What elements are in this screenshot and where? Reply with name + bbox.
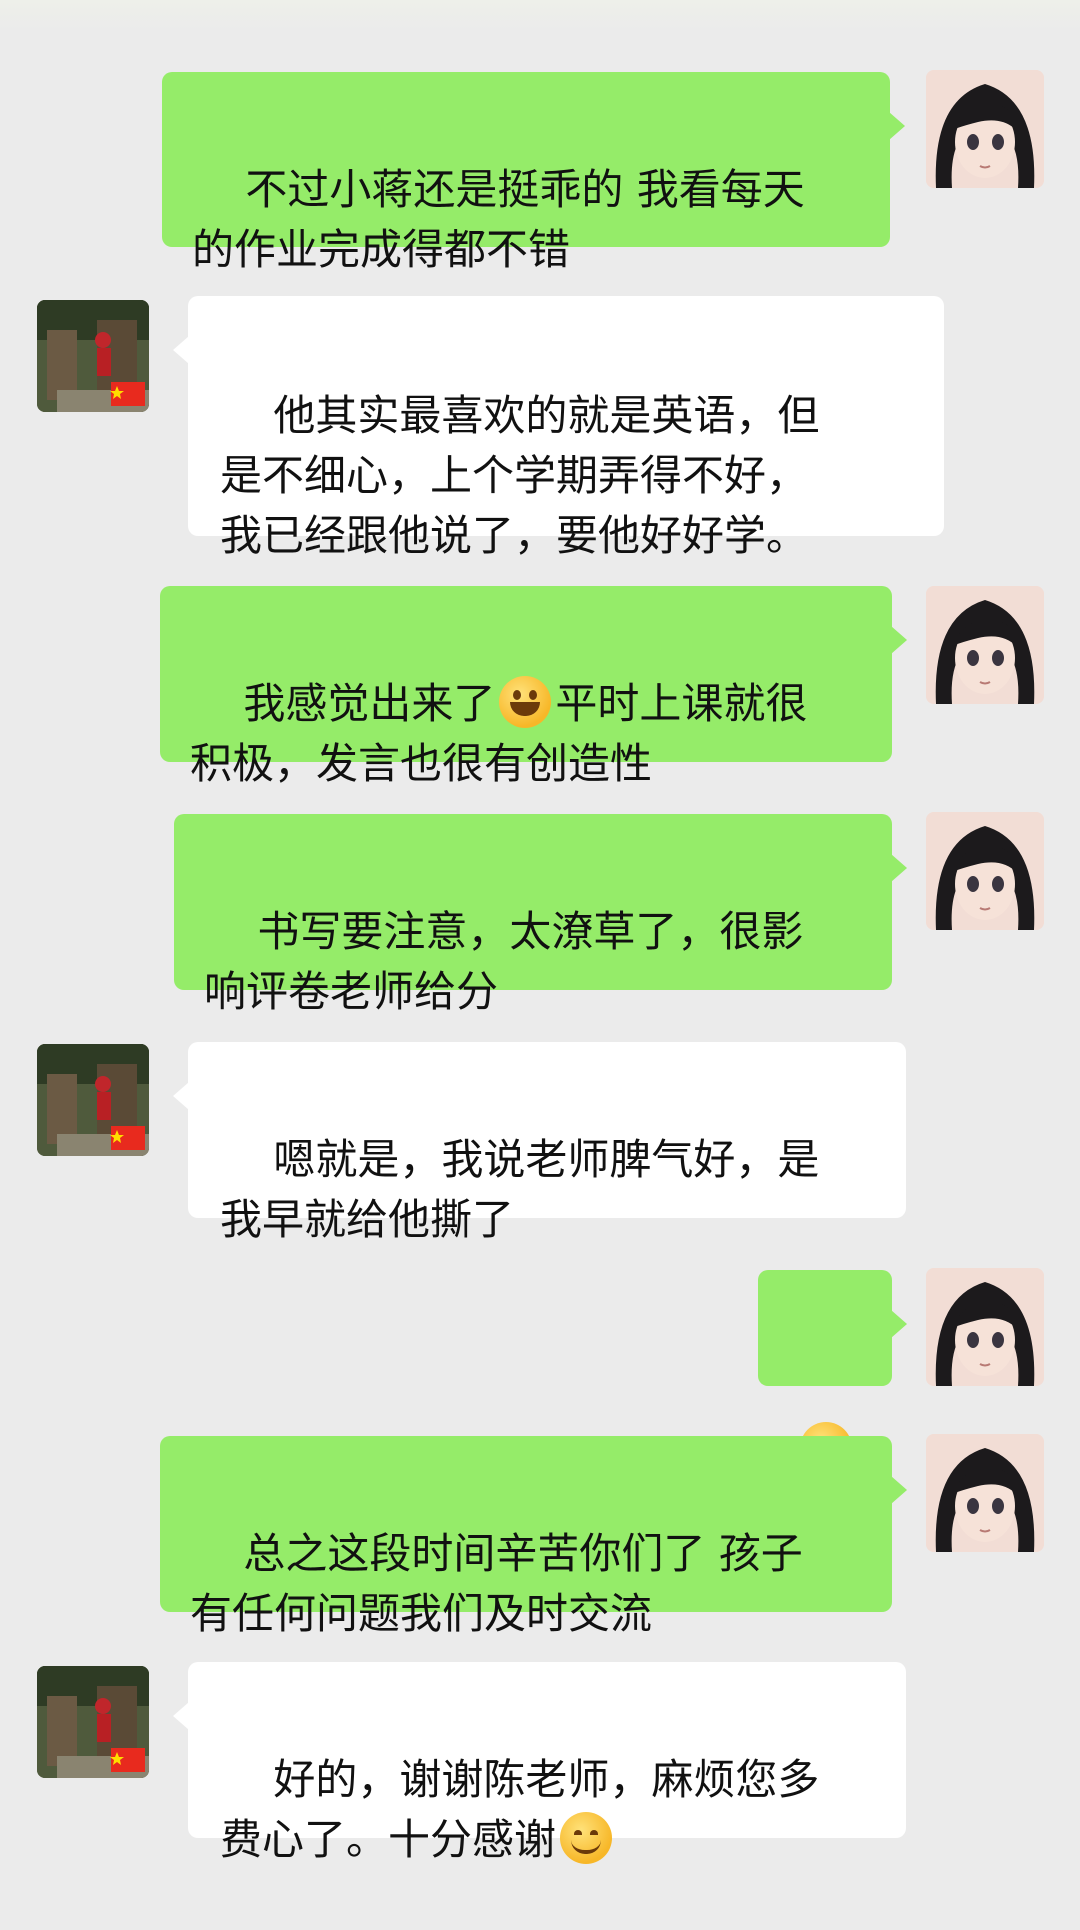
message-text: 我感觉出来了	[243, 679, 496, 728]
message-bubble-sent[interactable]: 总之这段时间辛苦你们了 孩子 有任何问题我们及时交流	[160, 1436, 907, 1638]
anime-girl-icon	[926, 812, 1044, 930]
message-text: 不过小蒋还是挺乖的 我看每天 的作业完成得都不错	[192, 165, 805, 274]
message-bubble-received[interactable]: 嗯就是，我说老师脾气好，是 我早就给他撕了	[173, 1042, 906, 1244]
parent-photo-avatar[interactable]	[37, 1044, 149, 1156]
top-edge	[0, 0, 1080, 30]
anime-girl-avatar[interactable]	[926, 586, 1044, 704]
message-text: 总之这段时间辛苦你们了 孩子 有任何问题我们及时交流	[190, 1529, 803, 1638]
message-text: 书写要注意，太潦草了，很影 响评卷老师给分	[204, 907, 804, 1016]
grinning-face-icon	[499, 676, 552, 728]
parent-photo-icon	[37, 300, 149, 412]
anime-girl-icon	[926, 1434, 1044, 1552]
anime-girl-avatar[interactable]	[926, 70, 1044, 188]
parent-photo-icon	[37, 1044, 149, 1156]
message-bubble-sent[interactable]: 书写要注意，太潦草了，很影 响评卷老师给分	[174, 814, 907, 1016]
message-bubble-sent[interactable]	[758, 1270, 907, 1474]
message-text: 嗯就是，我说老师脾气好，是 我早就给他撕了	[220, 1135, 820, 1244]
message-text: 他其实最喜欢的就是英语，但 是不细心，上个学期弄得不好， 我已经跟他说了，要他好…	[220, 391, 820, 560]
message-bubble-received[interactable]: 好的，谢谢陈老师，麻烦您多 费心了。十分感谢	[173, 1662, 906, 1864]
smiling-face-icon	[560, 1812, 613, 1864]
message-bubble-sent[interactable]: 我感觉出来了 平时上课就很 积极，发言也很有创造性	[160, 586, 907, 788]
message-text: 好的，谢谢陈老师，麻烦您多 费心了。十分感谢	[220, 1755, 820, 1864]
anime-girl-icon	[926, 1268, 1044, 1386]
message-bubble-sent[interactable]: 不过小蒋还是挺乖的 我看每天 的作业完成得都不错	[162, 72, 905, 274]
anime-girl-avatar[interactable]	[926, 812, 1044, 930]
anime-girl-icon	[926, 70, 1044, 188]
anime-girl-avatar[interactable]	[926, 1268, 1044, 1386]
anime-girl-avatar[interactable]	[926, 1434, 1044, 1552]
parent-photo-icon	[37, 1666, 149, 1778]
parent-photo-avatar[interactable]	[37, 1666, 149, 1778]
anime-girl-icon	[926, 586, 1044, 704]
message-bubble-received[interactable]: 他其实最喜欢的就是英语，但 是不细心，上个学期弄得不好， 我已经跟他说了，要他好…	[173, 296, 944, 560]
parent-photo-avatar[interactable]	[37, 300, 149, 412]
